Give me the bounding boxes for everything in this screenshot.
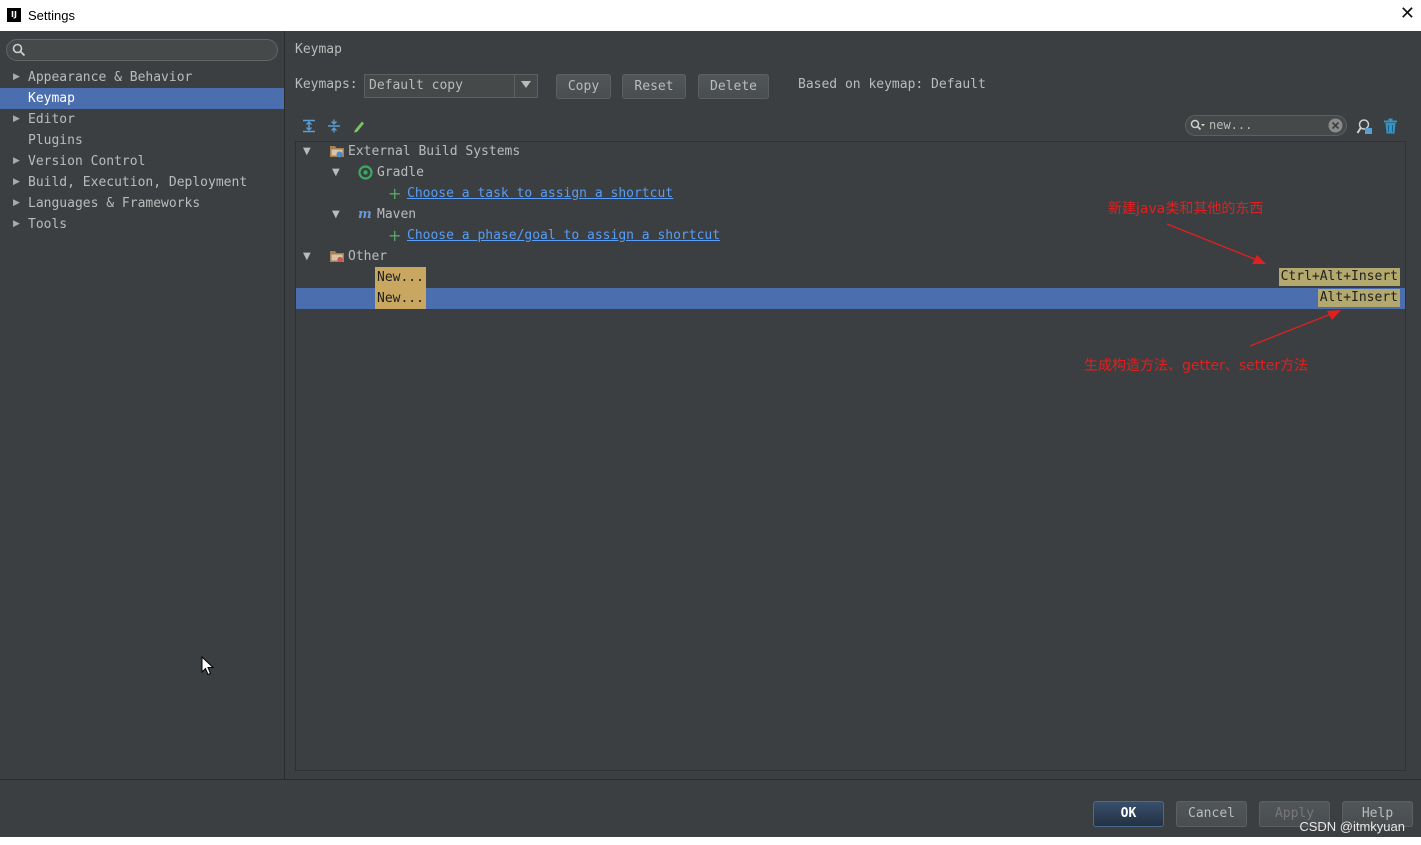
annotation-bottom: 生成构造方法、getter、setter方法 [1084,358,1309,374]
edit-shortcut-icon[interactable] [352,119,366,133]
expand-arrow-icon: ▶ [13,156,20,166]
sidebar-item-languages-frameworks[interactable]: ▶ Languages & Frameworks [0,193,284,214]
trash-icon[interactable] [1383,118,1398,134]
expand-arrow-icon: ▶ [13,72,20,82]
tree-row-new-action[interactable]: New... Ctrl+Alt+Insert [296,267,1405,288]
tree-node-other[interactable]: ▼ Other [296,246,1405,267]
plus-icon: + [388,184,402,203]
tree-node-maven-assign[interactable]: + Choose a phase/goal to assign a shortc… [296,225,1405,246]
keymap-panel: Keymap Keymaps: Default copy Copy Reset … [285,31,1421,779]
expand-arrow-icon: ▶ [13,198,20,208]
window-titlebar: IJ Settings ✕ [0,0,1421,31]
shortcut-badge: Alt+Insert [1317,289,1400,307]
chevron-down-icon[interactable] [514,75,537,97]
intellij-app-icon: IJ [7,8,21,22]
copy-button[interactable]: Copy [556,74,611,99]
gradle-assign-shortcut-link[interactable]: Choose a task to assign a shortcut [407,183,673,204]
keymap-select[interactable]: Default copy [364,74,538,98]
shortcut-badge: Ctrl+Alt+Insert [1278,268,1400,286]
search-icon [12,43,26,57]
expand-arrow-icon: ▶ [13,177,20,187]
maven-icon: m [358,207,372,222]
folder-icon [330,146,344,158]
dialog-footer: OK Cancel Apply Help [0,779,1421,838]
expand-arrow-icon: ▶ [13,219,20,229]
settings-sidebar: ▶ Appearance & Behavior Keymap ▶ Editor … [0,31,285,779]
action-name: New... [375,267,426,288]
sidebar-item-appearance-behavior[interactable]: ▶ Appearance & Behavior [0,67,284,88]
tree-node-external-build-systems[interactable]: ▼ External Build Systems [296,141,1405,162]
sidebar-item-tools[interactable]: ▶ Tools [0,214,284,235]
action-name: New... [375,288,426,309]
sidebar-item-editor[interactable]: ▶ Editor [0,109,284,130]
plus-icon: + [388,226,402,245]
expanded-arrow-icon[interactable]: ▼ [332,204,340,225]
settings-search-input[interactable] [6,39,278,61]
expanded-arrow-icon[interactable]: ▼ [303,141,311,162]
expanded-arrow-icon[interactable]: ▼ [303,246,311,267]
window-title: Settings [28,8,75,23]
tree-row-new-action-selected[interactable]: New... Alt+Insert [296,288,1405,309]
sidebar-item-keymap[interactable]: Keymap [0,88,284,109]
collapse-all-icon[interactable] [327,119,341,133]
based-on-keymap-text: Based on keymap: Default [798,77,986,92]
delete-button[interactable]: Delete [698,74,769,99]
shortcut-filter-input[interactable]: new... [1185,115,1347,136]
find-shortcut-icon[interactable] [1356,118,1373,135]
page-title: Keymap [295,42,342,57]
annotation-top: 新建java类和其他的东西 [1108,201,1264,217]
tree-node-gradle[interactable]: ▼ Gradle [296,162,1405,183]
keymap-select-value: Default copy [369,78,463,93]
sidebar-item-plugins[interactable]: Plugins [0,130,284,151]
expand-arrow-icon: ▶ [13,114,20,124]
keymaps-label: Keymaps: [295,77,358,92]
search-icon [1190,119,1205,131]
expand-all-icon[interactable] [302,119,316,133]
keymap-action-tree[interactable]: ▼ External Build Systems ▼ Gradle + Choo… [295,141,1406,771]
mouse-cursor-icon [201,656,215,676]
taskbar-strip [0,837,1421,845]
filter-value: new... [1209,118,1253,132]
close-window-button[interactable]: ✕ [1400,5,1415,23]
gradle-icon [358,165,373,180]
clear-icon[interactable] [1328,118,1343,133]
folder-icon [330,251,344,263]
sidebar-item-build-execution-deployment[interactable]: ▶ Build, Execution, Deployment [0,172,284,193]
sidebar-item-version-control[interactable]: ▶ Version Control [0,151,284,172]
watermark: CSDN @itmkyuan [1299,819,1405,834]
maven-assign-shortcut-link[interactable]: Choose a phase/goal to assign a shortcut [407,225,720,246]
expanded-arrow-icon[interactable]: ▼ [332,162,340,183]
ok-button[interactable]: OK [1093,801,1164,827]
cancel-button[interactable]: Cancel [1176,801,1247,827]
reset-button[interactable]: Reset [622,74,686,99]
